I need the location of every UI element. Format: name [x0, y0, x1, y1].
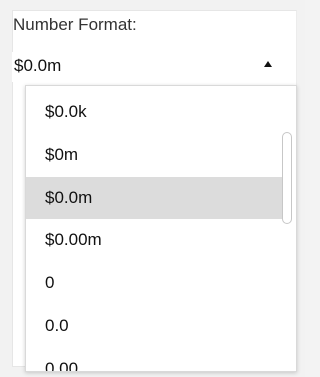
selected-format-value: $0.0m — [14, 56, 62, 75]
option-dollar-0-0k[interactable]: $0.0k — [26, 91, 284, 133]
option-dollar-0-0m[interactable]: $0.0m — [26, 177, 284, 219]
number-format-panel: Number Format: $0.0m $0.0k $0m $0.0m $0.… — [0, 0, 305, 377]
option-dollar-0-00m[interactable]: $0.00m — [26, 219, 284, 261]
number-format-label: Number Format: — [13, 15, 137, 34]
dropdown-scrollbar-thumb[interactable] — [282, 132, 292, 224]
option-0-0[interactable]: 0.0 — [26, 305, 284, 347]
option-dollar-0m[interactable]: $0m — [26, 134, 284, 176]
dropdown-scrollbar-track[interactable] — [278, 86, 292, 371]
option-0-00[interactable]: 0.00 — [26, 348, 284, 371]
number-format-dropdown[interactable]: $0.0k $0m $0.0m $0.00m 0 0.0 0.00 — [25, 85, 297, 372]
option-0[interactable]: 0 — [26, 262, 284, 304]
chevron-up-icon — [264, 61, 272, 67]
number-format-select[interactable]: $0.0m — [12, 52, 284, 82]
